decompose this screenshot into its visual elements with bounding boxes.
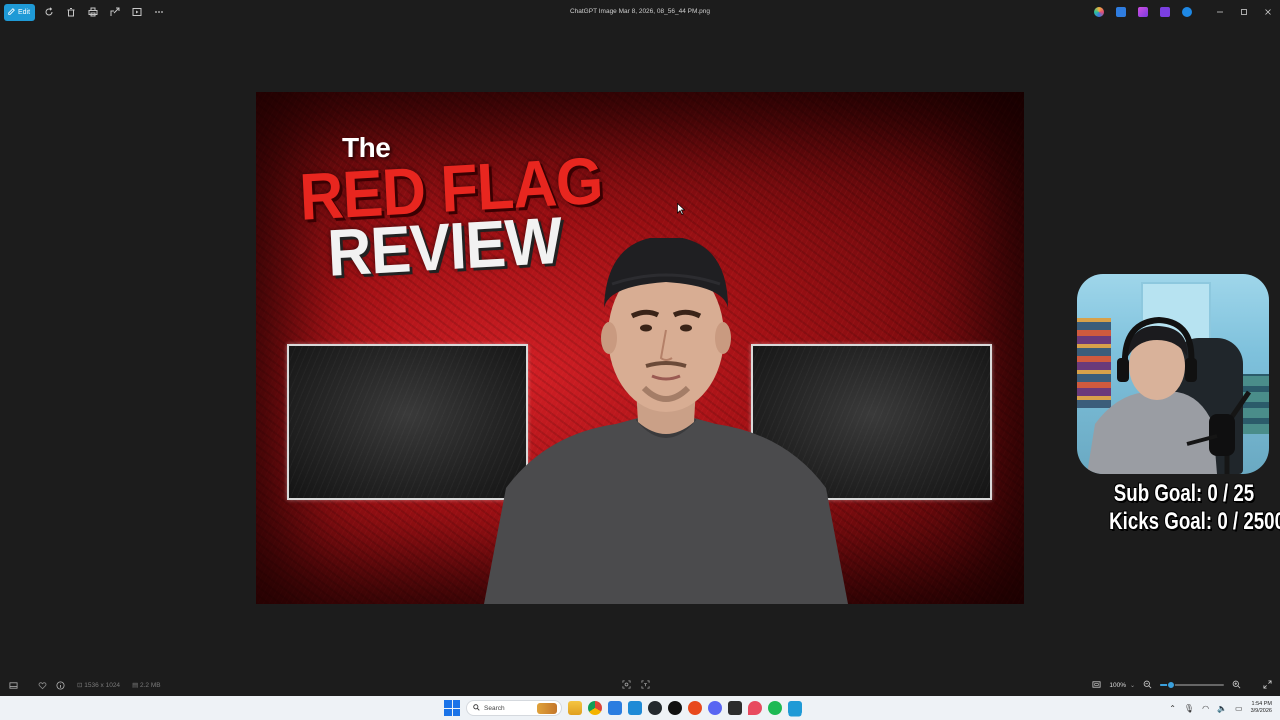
zoom-dropdown[interactable]: 100% ⌄ <box>1109 682 1135 689</box>
status-bar: ⊡ 1536 x 1024 ▤ 2.2 MB 100% ⌄ <box>0 676 1280 694</box>
zoom-value: 100% <box>1109 681 1126 689</box>
brave-icon[interactable] <box>688 701 702 715</box>
taskbar-search[interactable]: Search <box>466 700 562 716</box>
discord-icon[interactable] <box>708 701 722 715</box>
image-canvas[interactable]: The RED FLAG REVIEW <box>256 92 1024 604</box>
slideshow-icon[interactable] <box>129 4 145 20</box>
image-dimensions: ⊡ 1536 x 1024 <box>77 682 121 689</box>
filmstrip-toggle-icon[interactable] <box>9 681 18 690</box>
person-photo <box>484 238 848 604</box>
clock-time: 1:54 PM <box>1251 701 1272 707</box>
streamer-video <box>1087 316 1252 474</box>
chrome-icon[interactable] <box>588 701 602 715</box>
search-placeholder: Search <box>484 704 505 712</box>
windows-taskbar: Search ⌃ 🎙 ◠ 🔈 ▭ 1:54 PM 3/9/2026 <box>0 696 1280 720</box>
file-size-icon: ▤ <box>132 682 141 689</box>
edit-button[interactable]: Edit <box>4 3 36 21</box>
battery-icon[interactable]: ▭ <box>1235 704 1243 713</box>
delete-icon[interactable] <box>63 4 79 20</box>
wifi-icon[interactable]: ◠ <box>1202 704 1209 713</box>
edit-button-label: Edit <box>18 8 31 16</box>
close-icon[interactable] <box>1256 0 1280 24</box>
paint-app-icon[interactable] <box>1116 7 1126 17</box>
visual-search-icon[interactable] <box>622 679 631 691</box>
photos-app-icon[interactable] <box>608 701 622 715</box>
zoom-slider-thumb[interactable] <box>1166 681 1175 689</box>
minimize-icon[interactable] <box>1208 0 1232 24</box>
microphone-icon[interactable]: 🎙 <box>1184 704 1194 713</box>
file-size: ▤ 2.2 MB <box>132 682 161 689</box>
onedrive-icon[interactable] <box>1182 7 1192 17</box>
sub-goal-text: Sub Goal: 0 / 25 <box>1113 480 1255 507</box>
copilot-icon[interactable] <box>1094 7 1104 17</box>
favorite-heart-icon[interactable] <box>38 681 47 690</box>
zoom-in-icon[interactable] <box>1232 680 1241 691</box>
webcam-overlay <box>1077 274 1269 474</box>
thumbnail-title-review: REVIEW <box>325 202 564 290</box>
taskbar-clock[interactable]: 1:54 PM 3/9/2026 <box>1251 701 1272 715</box>
file-info-icon[interactable] <box>56 680 65 690</box>
share-icon[interactable] <box>107 4 123 20</box>
text-extract-icon[interactable] <box>641 679 650 691</box>
fit-to-window-icon[interactable] <box>1092 680 1101 691</box>
rotate-icon[interactable] <box>41 4 57 20</box>
spotify-icon[interactable] <box>768 701 782 715</box>
zoom-slider[interactable] <box>1160 681 1224 689</box>
search-highlight-image <box>537 703 557 714</box>
start-menu-icon[interactable] <box>444 700 460 716</box>
full-screen-icon[interactable] <box>1263 679 1272 691</box>
search-icon <box>473 703 480 713</box>
mouse-cursor-icon <box>677 203 685 215</box>
clock-date: 3/9/2026 <box>1250 708 1272 714</box>
print-icon[interactable] <box>85 4 101 20</box>
title-bar: Edit ChatGPT Image Mar 8, 2026, 08_56_44… <box>0 0 1280 24</box>
tray-overflow-chevron-icon[interactable]: ⌃ <box>1169 704 1176 713</box>
tiktok-icon[interactable] <box>668 701 682 715</box>
calendar-app-icon[interactable] <box>628 701 642 715</box>
volume-icon[interactable]: 🔈 <box>1217 704 1227 713</box>
designer-app-icon[interactable] <box>1138 7 1148 17</box>
more-options-icon[interactable] <box>151 4 167 20</box>
file-explorer-icon[interactable] <box>568 701 582 715</box>
terminal-icon[interactable] <box>728 701 742 715</box>
github-icon[interactable] <box>648 701 662 715</box>
clipchamp-icon[interactable] <box>1160 7 1170 17</box>
chevron-down-icon: ⌄ <box>1129 682 1135 689</box>
maximize-icon[interactable] <box>1232 0 1256 24</box>
photos-viewer-icon[interactable] <box>788 701 802 715</box>
stream-goals: Sub Goal: 0 / 25 Kicks Goal: 0 / 2500 <box>1109 480 1280 536</box>
kicks-goal-text: Kicks Goal: 0 / 2500 <box>1109 508 1280 535</box>
edit-icon <box>8 7 15 17</box>
maps-pin-icon[interactable] <box>748 701 762 715</box>
zoom-out-icon[interactable] <box>1143 680 1152 691</box>
